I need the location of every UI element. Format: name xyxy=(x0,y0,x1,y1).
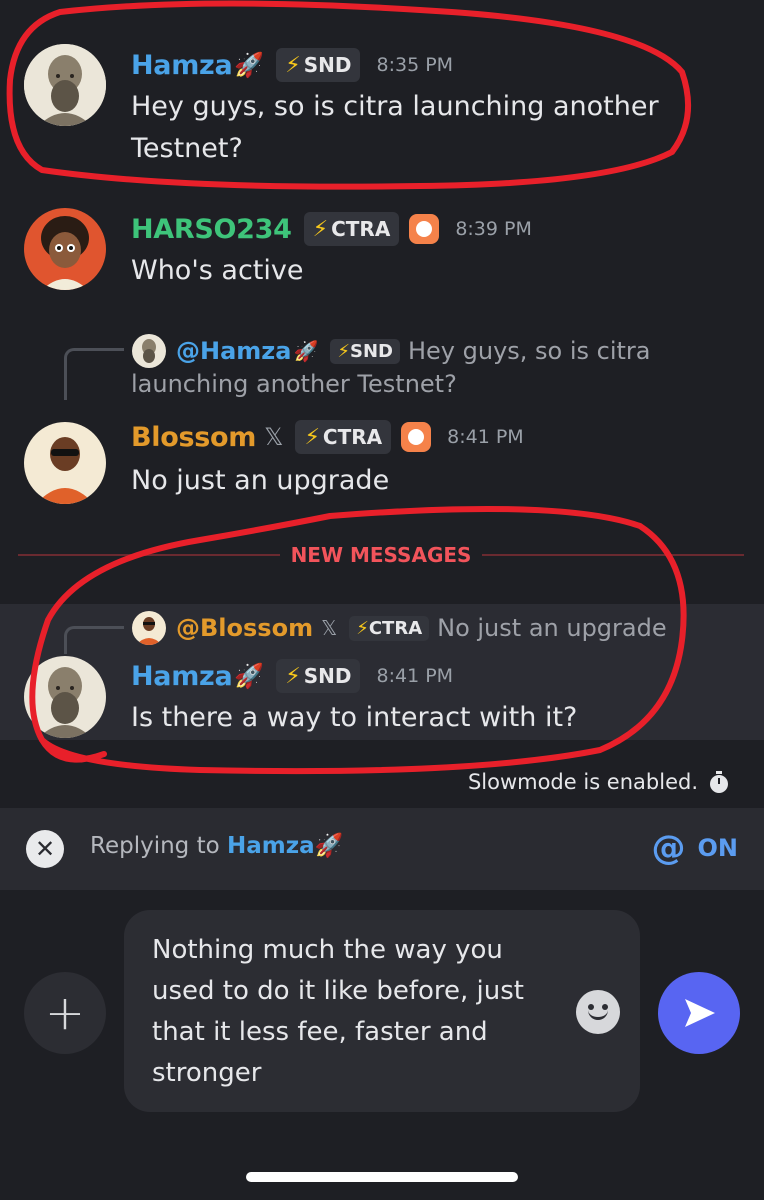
bolt-icon: ⚡ xyxy=(337,340,350,362)
role-tag-label: SND xyxy=(303,53,352,77)
message-input[interactable]: Nothing much the way you used to do it l… xyxy=(124,910,640,1112)
timestamp: 8:39 PM xyxy=(455,218,532,240)
role-tag[interactable]: ⚡ CTRA xyxy=(303,212,400,246)
replying-label: Replying to Hamza🚀 xyxy=(90,832,343,859)
new-messages-label: NEW MESSAGES xyxy=(280,541,482,569)
role-tag[interactable]: ⚡ SND xyxy=(276,659,361,693)
message-body: No just an upgrade xyxy=(131,460,389,502)
timestamp: 8:35 PM xyxy=(376,54,454,76)
message-line: Who's active xyxy=(131,255,304,286)
role-tag[interactable]: ⚡ SND xyxy=(276,48,361,82)
x-logo-icon: 𝕏 xyxy=(321,616,338,640)
replying-target[interactable]: Hamza xyxy=(227,833,315,859)
message-input-text[interactable]: Nothing much the way you used to do it l… xyxy=(152,930,552,1094)
replying-bar: ✕ Replying to Hamza🚀 @ ON xyxy=(0,808,764,890)
emoji-picker-icon[interactable] xyxy=(576,990,620,1034)
message-body: Hey guys, so is citra launching another … xyxy=(131,86,659,170)
reply-preview[interactable]: @Blossom 𝕏 ⚡CTRA No just an upgrade xyxy=(132,611,667,645)
username[interactable]: Blossom xyxy=(131,422,256,453)
reply-author[interactable]: @Blossom xyxy=(176,614,313,642)
mini-avatar xyxy=(132,334,166,368)
role-tag-label: CTRA xyxy=(322,425,383,449)
role-tag-label: CTRA xyxy=(368,617,423,639)
stopwatch-icon xyxy=(710,771,728,793)
statue-avatar-icon xyxy=(24,656,106,738)
reply-role-tag: ⚡SND xyxy=(330,338,400,364)
role-tag-label: SND xyxy=(303,664,352,688)
input-line: stronger xyxy=(152,1058,262,1088)
at-icon: @ xyxy=(651,828,686,868)
avatar[interactable] xyxy=(24,44,106,126)
send-icon xyxy=(685,999,715,1027)
bolt-icon: ⚡ xyxy=(312,216,329,242)
heart-badge-icon xyxy=(401,422,432,452)
sunglasses-avatar-icon xyxy=(132,611,166,645)
input-line: Nothing much the way you xyxy=(152,935,503,965)
sunglasses-avatar-icon xyxy=(24,422,106,504)
replying-prefix: Replying to xyxy=(90,833,220,859)
send-button[interactable] xyxy=(658,972,740,1054)
mention-toggle[interactable]: @ ON xyxy=(652,828,739,868)
message-line: Testnet? xyxy=(131,133,243,164)
x-logo-icon: 𝕏 xyxy=(264,423,284,451)
username[interactable]: Hamza xyxy=(131,50,233,81)
slowmode-text: Slowmode is enabled. xyxy=(467,770,698,794)
heart-badge-icon xyxy=(409,214,440,244)
rocket-icon: 🚀 xyxy=(234,662,265,690)
rocket-icon: 🚀 xyxy=(234,51,265,79)
mini-avatar xyxy=(132,611,166,645)
avatar[interactable] xyxy=(24,208,106,290)
message-line: No just an upgrade xyxy=(131,465,390,496)
reply-text: Hey guys, so is citra xyxy=(407,337,651,365)
message-line: Hey guys, so is citra launching another xyxy=(131,91,659,122)
message-body: Is there a way to interact with it? xyxy=(131,697,577,739)
bolt-icon: ⚡ xyxy=(285,663,301,689)
bolt-icon: ⚡ xyxy=(285,52,301,78)
bolt-icon: ⚡ xyxy=(304,424,320,450)
bolt-icon: ⚡ xyxy=(356,617,369,639)
message-line: Is there a way to interact with it? xyxy=(131,702,578,733)
username[interactable]: Hamza xyxy=(131,661,233,692)
message-body: Who's active xyxy=(131,250,303,292)
close-icon[interactable]: ✕ xyxy=(26,830,64,868)
cartoon-avatar-icon xyxy=(24,208,106,290)
avatar[interactable] xyxy=(24,422,106,504)
plus-icon: + xyxy=(44,985,86,1041)
reply-role-tag: ⚡CTRA xyxy=(349,615,430,641)
slowmode-notice: Slowmode is enabled. xyxy=(468,770,730,794)
role-tag-label: SND xyxy=(350,340,393,362)
input-line: used to do it like before, just xyxy=(152,976,524,1006)
reply-connector xyxy=(64,626,124,654)
reply-connector xyxy=(64,348,124,400)
home-indicator[interactable] xyxy=(246,1172,518,1182)
add-attachment-button[interactable]: + xyxy=(24,972,106,1054)
input-line: that it less fee, faster and xyxy=(152,1017,488,1047)
statue-avatar-icon xyxy=(132,334,166,368)
username[interactable]: HARSO234 xyxy=(131,214,292,245)
mention-state: ON xyxy=(697,834,739,862)
statue-avatar-icon xyxy=(24,44,106,126)
reply-text-continued: launching another Testnet? xyxy=(131,370,457,398)
rocket-icon: 🚀 xyxy=(314,833,344,859)
timestamp: 8:41 PM xyxy=(376,665,454,687)
role-tag-label: CTRA xyxy=(331,217,391,241)
reply-author[interactable]: @Hamza xyxy=(176,337,291,365)
reply-text: No just an upgrade xyxy=(437,614,667,642)
avatar[interactable] xyxy=(24,656,106,738)
rocket-icon: 🚀 xyxy=(293,339,319,363)
role-tag[interactable]: ⚡ CTRA xyxy=(295,420,392,454)
reply-preview[interactable]: @Hamza 🚀 ⚡SND Hey guys, so is citra xyxy=(132,334,651,368)
timestamp: 8:41 PM xyxy=(447,426,524,448)
